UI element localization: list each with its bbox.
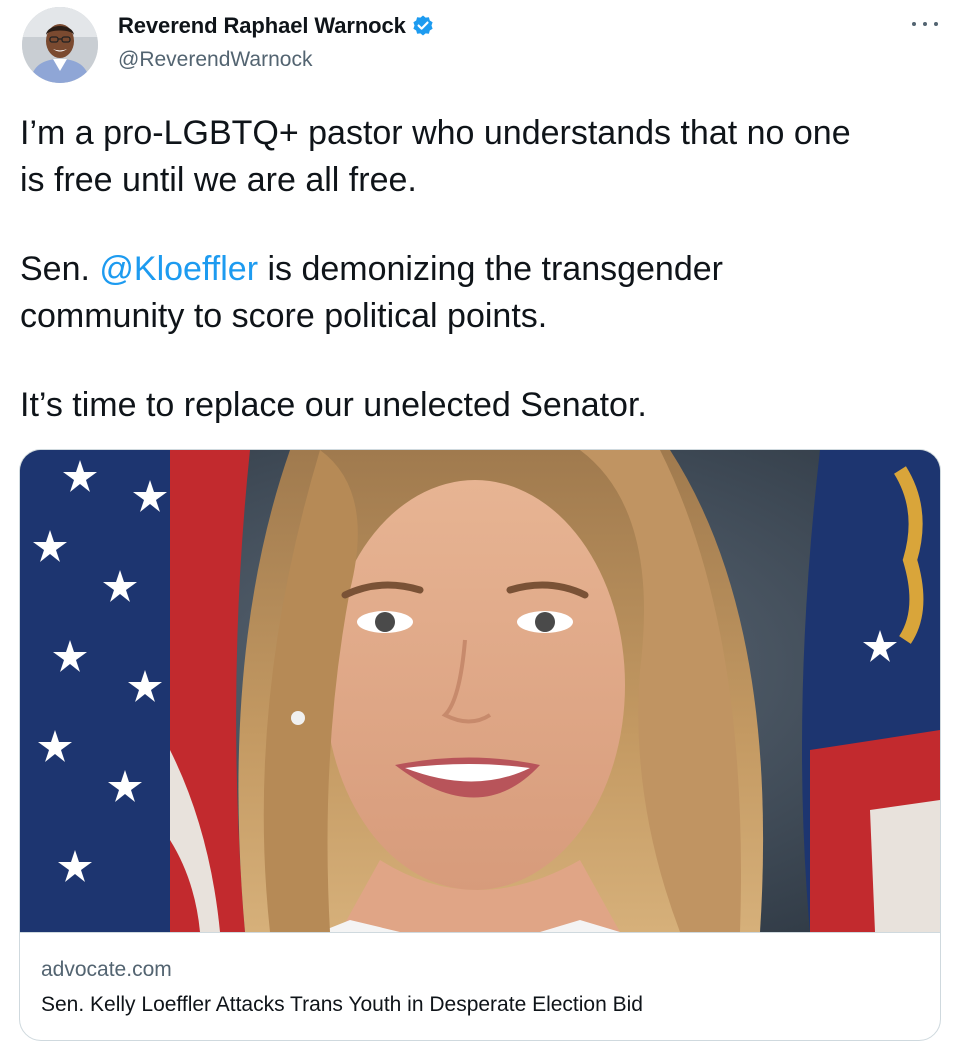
link-card-image[interactable] bbox=[20, 450, 940, 932]
author-handle[interactable]: @ReverendWarnock bbox=[118, 48, 312, 72]
more-dot-icon bbox=[934, 22, 938, 26]
tweet-text: I’m a pro-LGBTQ+ pastor who understands … bbox=[20, 110, 940, 429]
author-name-row[interactable]: Reverend Raphael Warnock bbox=[118, 13, 435, 39]
more-options-icon[interactable] bbox=[912, 14, 938, 34]
tweet-line: I’m a pro-LGBTQ+ pastor who understands … bbox=[20, 114, 851, 152]
link-card-title: Sen. Kelly Loeffler Attacks Trans Youth … bbox=[41, 993, 643, 1016]
tweet-text-segment: Sen. bbox=[20, 250, 100, 288]
avatar-image bbox=[22, 7, 98, 83]
link-card-meta[interactable]: advocate.com Sen. Kelly Loeffler Attacks… bbox=[20, 932, 940, 1040]
author-avatar[interactable] bbox=[22, 7, 98, 83]
tweet-line: is free until we are all free. bbox=[20, 161, 417, 199]
author-display-name[interactable]: Reverend Raphael Warnock bbox=[118, 13, 406, 39]
link-preview-card[interactable]: advocate.com Sen. Kelly Loeffler Attacks… bbox=[19, 449, 941, 1041]
tweet-line: Sen. @Kloeffler is demonizing the transg… bbox=[20, 246, 940, 293]
tweet-line: It’s time to replace our unelected Senat… bbox=[20, 386, 647, 424]
mention-link[interactable]: @Kloeffler bbox=[99, 250, 258, 288]
tweet-line: community to score political points. bbox=[20, 297, 548, 335]
more-dot-icon bbox=[923, 22, 927, 26]
verified-badge-icon bbox=[411, 14, 435, 38]
tweet-text-segment: is demonizing the transgender bbox=[258, 250, 723, 288]
link-card-domain: advocate.com bbox=[41, 958, 172, 981]
more-dot-icon bbox=[912, 22, 916, 26]
